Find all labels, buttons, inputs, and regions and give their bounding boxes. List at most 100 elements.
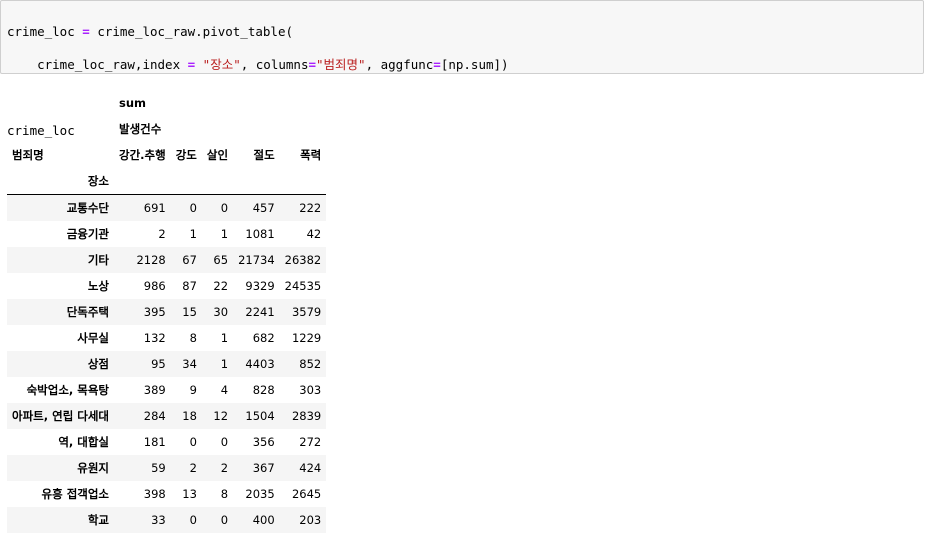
table-cell: 13: [171, 481, 202, 507]
table-cell: 3579: [280, 299, 327, 325]
table-cell: 8: [202, 481, 233, 507]
header-level0-label: sum: [114, 90, 171, 116]
table-cell: 4403: [233, 351, 280, 377]
table-cell: 67: [171, 247, 202, 273]
code-token: crime_loc: [7, 24, 82, 39]
header-blank: [7, 90, 114, 116]
code-string: "범죄명": [316, 57, 366, 72]
table-cell: 1504: [233, 403, 280, 429]
table-row: 유흥 접객업소39813820352645: [7, 481, 326, 507]
table-cell: 2241: [233, 299, 280, 325]
row-index-label: 상점: [7, 351, 114, 377]
table-cell: 852: [280, 351, 327, 377]
table-cell: 356: [233, 429, 280, 455]
table-cell: 389: [114, 377, 171, 403]
table-cell: 8: [171, 325, 202, 351]
code-operator: =: [433, 57, 441, 72]
table-row: 교통수단69100457222: [7, 195, 326, 222]
row-index-label: 역, 대합실: [7, 429, 114, 455]
table-cell: 303: [280, 377, 327, 403]
table-cell: 828: [233, 377, 280, 403]
table-row: 사무실132816821229: [7, 325, 326, 351]
table-cell: 0: [202, 429, 233, 455]
table-cell: 272: [280, 429, 327, 455]
table-cell: 87: [171, 273, 202, 299]
code-token: crime_loc_raw.pivot_table(: [90, 24, 293, 39]
column-header: 살인: [202, 142, 233, 168]
table-cell: 42: [280, 221, 327, 247]
row-index-label: 숙박업소, 목욕탕: [7, 377, 114, 403]
code-operator: =: [82, 24, 90, 39]
code-cell-input[interactable]: crime_loc = crime_loc_raw.pivot_table( c…: [0, 0, 924, 74]
code-token: , columns: [241, 57, 309, 72]
table-cell: 2035: [233, 481, 280, 507]
table-cell: 1: [171, 221, 202, 247]
table-cell: 1: [202, 351, 233, 377]
table-cell: 18: [171, 403, 202, 429]
table-cell: 0: [202, 507, 233, 533]
table-cell: 222: [280, 195, 327, 222]
table-row: 상점953414403852: [7, 351, 326, 377]
table-row: 단독주택395153022413579: [7, 299, 326, 325]
code-token: [np.sum]): [441, 57, 509, 72]
code-operator: =: [308, 57, 316, 72]
header-row-level0: sum: [7, 90, 326, 116]
table-cell: 395: [114, 299, 171, 325]
table-row: 학교3300400203: [7, 507, 326, 533]
table-cell: 181: [114, 429, 171, 455]
table-cell: 4: [202, 377, 233, 403]
code-token: , aggfunc: [366, 57, 434, 72]
table-row: 역, 대합실18100356272: [7, 429, 326, 455]
row-index-label: 유흥 접객업소: [7, 481, 114, 507]
table-cell: 1229: [280, 325, 327, 351]
table-cell: 33: [114, 507, 171, 533]
table-cell: 691: [114, 195, 171, 222]
row-index-label: 기타: [7, 247, 114, 273]
table-row: 노상9868722932924535: [7, 273, 326, 299]
table-row: 숙박업소, 목욕탕38994828303: [7, 377, 326, 403]
table-cell: 284: [114, 403, 171, 429]
table-cell: 457: [233, 195, 280, 222]
header-row-columns: 범죄명 강간.추행 강도 살인 절도 폭력: [7, 142, 326, 168]
columns-name-label: 범죄명: [7, 142, 114, 168]
row-index-label: 단독주택: [7, 299, 114, 325]
cell-output: sum 발생건수 범죄명 강간.추행 강도 살인 절도 폭력 장소 교통수단69…: [7, 90, 326, 533]
table-row: 금융기관211108142: [7, 221, 326, 247]
table-cell: 398: [114, 481, 171, 507]
table-cell: 986: [114, 273, 171, 299]
column-header: 강도: [171, 142, 202, 168]
table-cell: 12: [202, 403, 233, 429]
table-cell: 26382: [280, 247, 327, 273]
table-cell: 400: [233, 507, 280, 533]
table-body: 교통수단69100457222금융기관211108142기타2128676521…: [7, 195, 326, 533]
table-cell: 9: [171, 377, 202, 403]
table-cell: 0: [171, 507, 202, 533]
table-cell: 2: [202, 455, 233, 481]
code-line-2: crime_loc_raw,index = "장소", columns="범죄명…: [7, 57, 917, 74]
table-cell: 65: [202, 247, 233, 273]
index-name-label: 장소: [7, 168, 114, 195]
row-index-label: 사무실: [7, 325, 114, 351]
table-row: 아파트, 연립 다세대284181215042839: [7, 403, 326, 429]
row-index-label: 학교: [7, 507, 114, 533]
table-cell: 0: [171, 195, 202, 222]
table-cell: 2: [114, 221, 171, 247]
code-token: crime_loc_raw,index: [7, 57, 188, 72]
table-row: 유원지5922367424: [7, 455, 326, 481]
table-cell: 1: [202, 325, 233, 351]
table-cell: 34: [171, 351, 202, 377]
row-index-label: 금융기관: [7, 221, 114, 247]
column-header: 폭력: [280, 142, 327, 168]
table-cell: 682: [233, 325, 280, 351]
table-cell: 95: [114, 351, 171, 377]
header-level1-label: 발생건수: [114, 116, 171, 142]
table-cell: 132: [114, 325, 171, 351]
table-cell: 0: [171, 429, 202, 455]
row-index-label: 아파트, 연립 다세대: [7, 403, 114, 429]
code-string: "장소": [195, 57, 241, 72]
table-cell: 30: [202, 299, 233, 325]
column-header: 강간.추행: [114, 142, 171, 168]
table-cell: 59: [114, 455, 171, 481]
table-cell: 367: [233, 455, 280, 481]
row-index-label: 노상: [7, 273, 114, 299]
